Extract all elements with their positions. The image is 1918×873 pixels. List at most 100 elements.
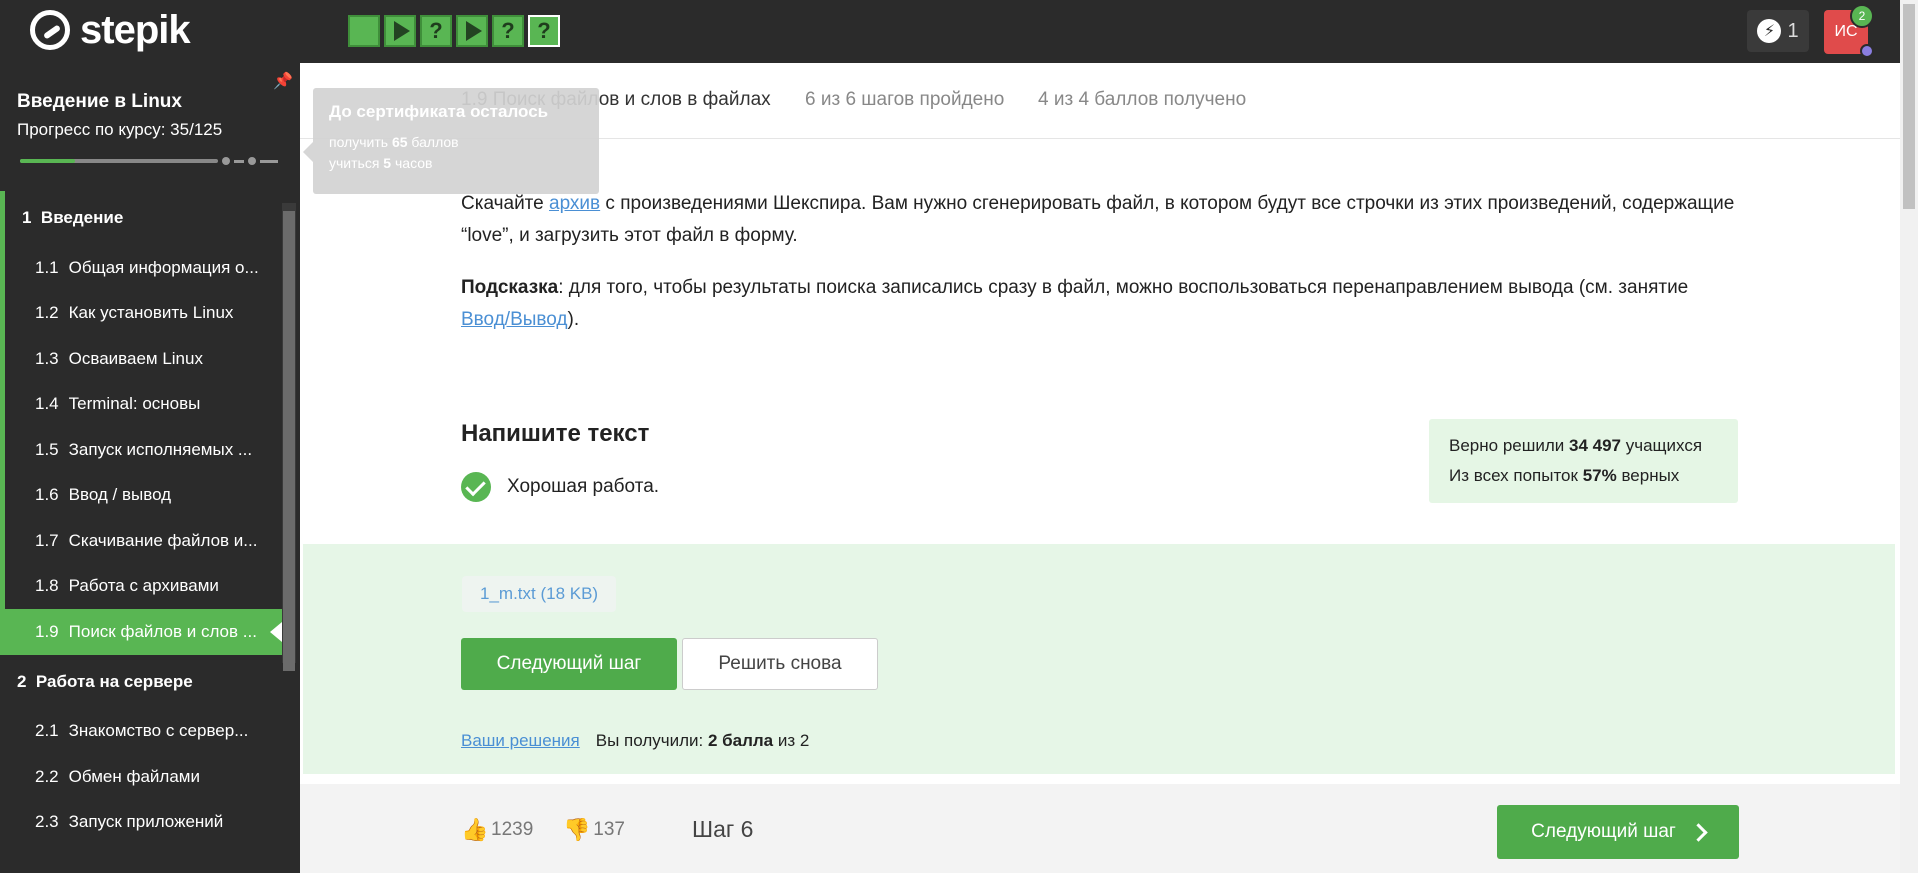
like-button[interactable]: 👍 1239 — [461, 819, 533, 841]
toc-module-1[interactable]: 1 Введение — [0, 191, 282, 245]
course-progress-bar — [20, 159, 218, 163]
course-title[interactable]: Введение в Linux — [17, 91, 182, 113]
toc-item-2-3[interactable]: 2.3 Запуск приложений — [0, 800, 282, 846]
step-video-4[interactable] — [456, 15, 488, 47]
toc-item-1-6[interactable]: 1.6 Ввод / вывод — [0, 472, 282, 518]
like-count: 1239 — [491, 819, 534, 840]
certificate-tooltip: До сертификата осталось получить 65 балл… — [303, 88, 599, 194]
course-toc: 1 Введение 1.1 Общая информация о... 1.2 К… — [0, 191, 282, 845]
answer-area: 1_m.txt (18 KB) Следующий шаг Решить сно… — [303, 544, 1895, 774]
play-icon — [393, 21, 410, 41]
streak-button[interactable]: ⚡ 1 — [1747, 10, 1809, 52]
item-title: Как установить Linux — [68, 303, 234, 323]
tooltip-title: До сертификата осталось — [329, 102, 549, 121]
stepik-logo[interactable]: stepik — [30, 8, 191, 52]
item-number: 1.7 — [35, 530, 59, 550]
item-title: Запуск приложений — [68, 812, 224, 832]
footer-next-step-button[interactable]: Следующий шаг — [1497, 805, 1739, 859]
item-number: 1.6 — [35, 485, 59, 505]
step-footer: 👍 1239 👎 137 Шаг 6 Следующий шаг — [300, 784, 1900, 873]
lightning-icon: ⚡ — [1757, 19, 1782, 43]
step-quiz-6-current[interactable]: ? — [528, 15, 560, 47]
step-quiz-5[interactable]: ? — [492, 15, 524, 47]
your-solutions-link[interactable]: Ваши решения — [461, 731, 580, 751]
sidebar-scroll-thumb[interactable] — [283, 211, 295, 671]
toc-item-1-7[interactable]: 1.7 Скачивание файлов и... — [0, 518, 282, 564]
reactions: 👍 1239 👎 137 — [461, 819, 625, 841]
item-number: 1.4 — [35, 394, 59, 414]
success-message: Хорошая работа. — [461, 472, 659, 502]
solutions-row: Ваши решения Вы получили: 2 балла из 2 — [461, 731, 809, 751]
toc-item-1-2[interactable]: 1.2 Как установить Linux — [0, 290, 282, 336]
chevron-right-icon — [1689, 822, 1708, 842]
toc-item-2-1[interactable]: 2.1 Знакомство с сервер... — [0, 709, 282, 755]
lesson-steps-done: 6 из 6 шагов пройдено — [805, 89, 1005, 110]
toc-module-2[interactable]: 2 Работа на сервере — [0, 655, 282, 709]
score-received: Вы получили: 2 балла из 2 — [595, 731, 810, 750]
streak-count: 1 — [1787, 19, 1799, 42]
step-label: Шаг 6 — [692, 816, 754, 842]
toc-item-1-4[interactable]: 1.4 Terminal: основы — [0, 381, 282, 427]
item-number: 1.2 — [35, 303, 59, 323]
toc-item-1-1[interactable]: 1.1 Общая информация о... — [0, 245, 282, 291]
footer-next-label: Следующий шаг — [1531, 821, 1676, 842]
success-rate-line: Из всех попыток 57% верных — [1449, 466, 1680, 485]
step-text-1[interactable] — [348, 15, 380, 47]
thumbs-down-icon: 👎 — [563, 817, 591, 842]
lesson-points: 4 из 4 баллов получено — [1038, 89, 1247, 110]
tooltip-points-line: получить 65 баллов — [329, 134, 459, 150]
step-video-2[interactable] — [384, 15, 416, 47]
task-heading: Напишите текст — [461, 420, 650, 447]
sidebar-scrollbar[interactable] — [282, 203, 296, 671]
item-title: Ввод / вывод — [68, 485, 172, 505]
module-title: Введение — [40, 208, 124, 227]
play-icon — [465, 21, 482, 41]
uploaded-file-link[interactable]: 1_m.txt (18 KB) — [462, 576, 617, 612]
page-scrollbar[interactable] — [1900, 0, 1918, 873]
progress-markers — [222, 157, 278, 165]
dislike-button[interactable]: 👎 137 — [563, 819, 625, 841]
solve-again-button[interactable]: Решить снова — [682, 638, 878, 690]
item-title: Знакомство с сервер... — [68, 721, 249, 741]
dislike-count: 137 — [593, 819, 625, 840]
item-number: 1.8 — [35, 576, 59, 596]
toc-item-1-3[interactable]: 1.3 Осваиваем Linux — [0, 336, 282, 382]
item-title: Поиск файлов и слов ... — [68, 621, 257, 641]
item-title: Осваиваем Linux — [68, 348, 203, 368]
io-lesson-link[interactable]: Ввод/Вывод — [461, 309, 568, 330]
hint-paragraph: Подсказка: для того, чтобы результаты по… — [461, 277, 1689, 330]
tooltip-hours-line: учиться 5 часов — [329, 155, 433, 171]
item-number: 1.5 — [35, 439, 59, 459]
toc-item-1-8[interactable]: 1.8 Работа с архивами — [0, 563, 282, 609]
item-number: 1.9 — [35, 621, 59, 641]
success-text: Хорошая работа. — [507, 476, 660, 497]
archive-link[interactable]: архив — [549, 193, 600, 214]
item-title: Запуск исполняемых ... — [68, 439, 253, 459]
course-progress-fill — [20, 159, 76, 163]
pin-icon[interactable]: 📌 — [273, 71, 293, 91]
lesson-steps: ? ? ? — [348, 15, 560, 47]
check-circle-icon — [461, 472, 491, 502]
item-title: Работа с архивами — [68, 576, 219, 596]
stepik-logo-icon — [30, 10, 70, 50]
item-number: 2.2 — [35, 766, 59, 786]
toc-item-1-9-active[interactable]: 1.9 Поиск файлов и слов ... — [0, 609, 282, 655]
solved-count-line: Верно решили 34 497 учащихся — [1449, 436, 1703, 455]
thumbs-up-icon: 👍 — [461, 817, 489, 842]
user-avatar[interactable]: ИС 2 — [1824, 4, 1874, 58]
item-number: 2.3 — [35, 812, 59, 832]
top-bar: stepik ? ? ? ⚡ 1 ИС 2 — [0, 0, 1900, 63]
solve-stats: Верно решили 34 497 учащихся Из всех поп… — [1429, 419, 1738, 503]
toc-item-2-2[interactable]: 2.2 Обмен файлами — [0, 754, 282, 800]
logo-text: stepik — [80, 8, 191, 52]
toc-item-1-5[interactable]: 1.5 Запуск исполняемых ... — [0, 427, 282, 473]
question-icon: ? — [537, 18, 551, 43]
module-number: 2 — [17, 671, 27, 691]
question-icon: ? — [429, 18, 443, 43]
next-step-button[interactable]: Следующий шаг — [461, 638, 677, 690]
step-quiz-3[interactable]: ? — [420, 15, 452, 47]
item-number: 1.1 — [35, 257, 59, 277]
page-scroll-thumb[interactable] — [1903, 4, 1915, 209]
course-progress-label: Прогресс по курсу: 35/125 — [17, 120, 223, 139]
module-number: 1 — [22, 208, 32, 227]
